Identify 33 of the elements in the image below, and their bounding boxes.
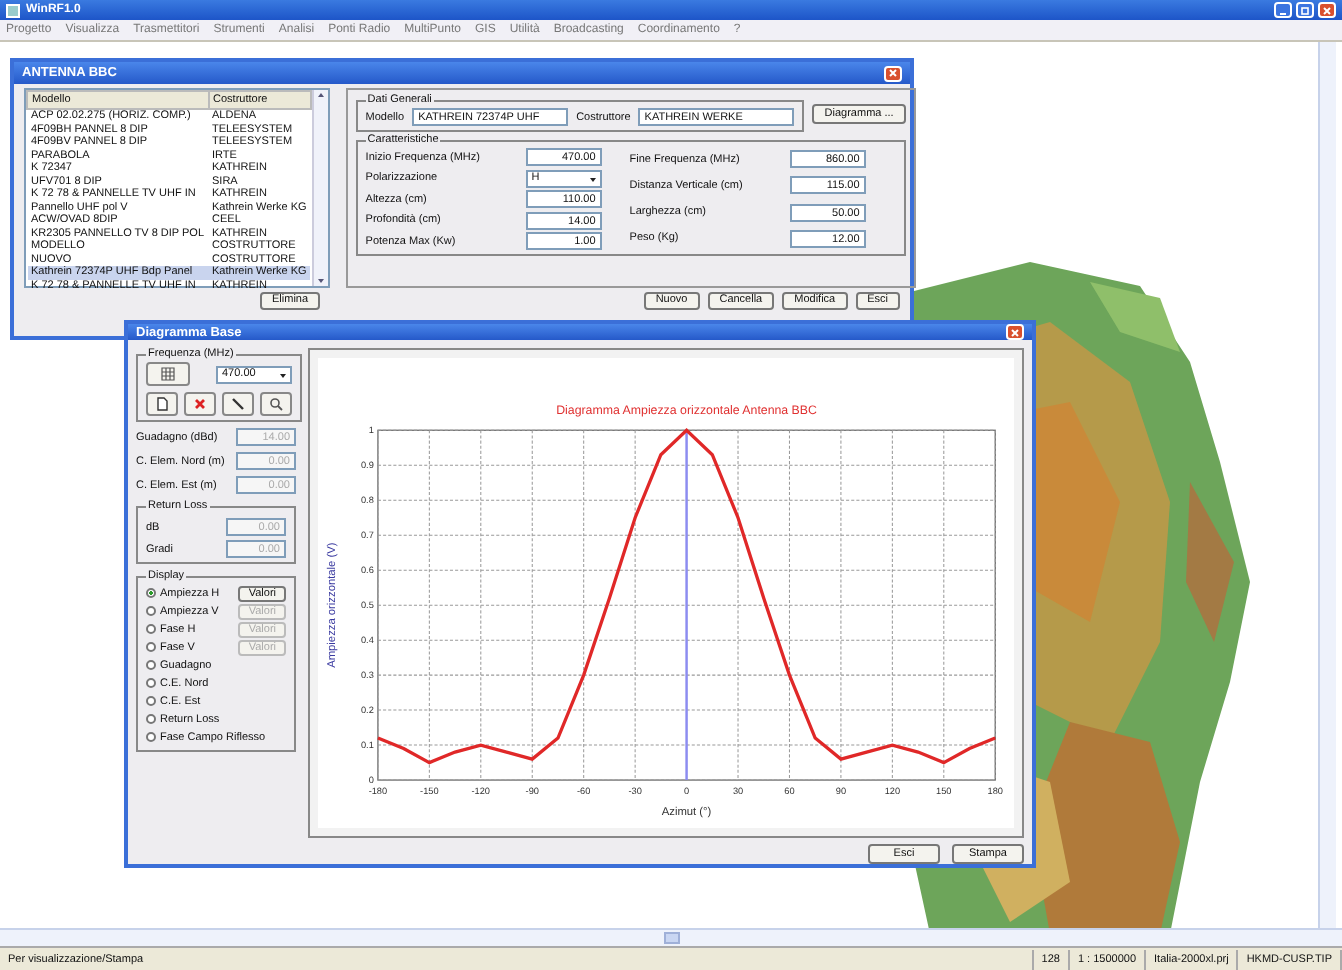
radio-button[interactable] (146, 588, 156, 598)
maximize-button[interactable] (1296, 2, 1314, 18)
open-button[interactable] (146, 392, 178, 416)
document-icon (154, 396, 170, 412)
table-button[interactable] (146, 362, 190, 386)
scrollbar[interactable] (0, 928, 1342, 946)
radio-button[interactable] (146, 732, 156, 742)
radio-button[interactable] (146, 642, 156, 652)
delete-icon (192, 396, 208, 412)
radio-button[interactable] (146, 660, 156, 670)
scrollbar[interactable] (1318, 42, 1336, 928)
grid-icon (160, 366, 176, 382)
radio-button[interactable] (146, 606, 156, 616)
delete-button[interactable] (184, 392, 216, 416)
up-arrow-icon (315, 90, 326, 100)
radio-button[interactable] (146, 678, 156, 688)
minimize-button[interactable] (1274, 2, 1292, 18)
search-icon (268, 396, 284, 412)
close-icon (1322, 5, 1332, 15)
edit-button[interactable] (222, 392, 254, 416)
radio-button[interactable] (146, 624, 156, 634)
radio-button[interactable] (146, 696, 156, 706)
app-icon (6, 3, 20, 17)
down-arrow-icon (315, 276, 326, 286)
close-button[interactable] (1318, 2, 1336, 18)
close-button[interactable] (1006, 324, 1024, 340)
radio-button[interactable] (146, 714, 156, 724)
close-button[interactable] (884, 65, 902, 81)
maximize-icon (1300, 5, 1310, 15)
scrollbar[interactable] (311, 90, 328, 286)
search-button[interactable] (260, 392, 292, 416)
scroll-thumb[interactable] (663, 932, 679, 944)
wand-icon (230, 396, 246, 412)
